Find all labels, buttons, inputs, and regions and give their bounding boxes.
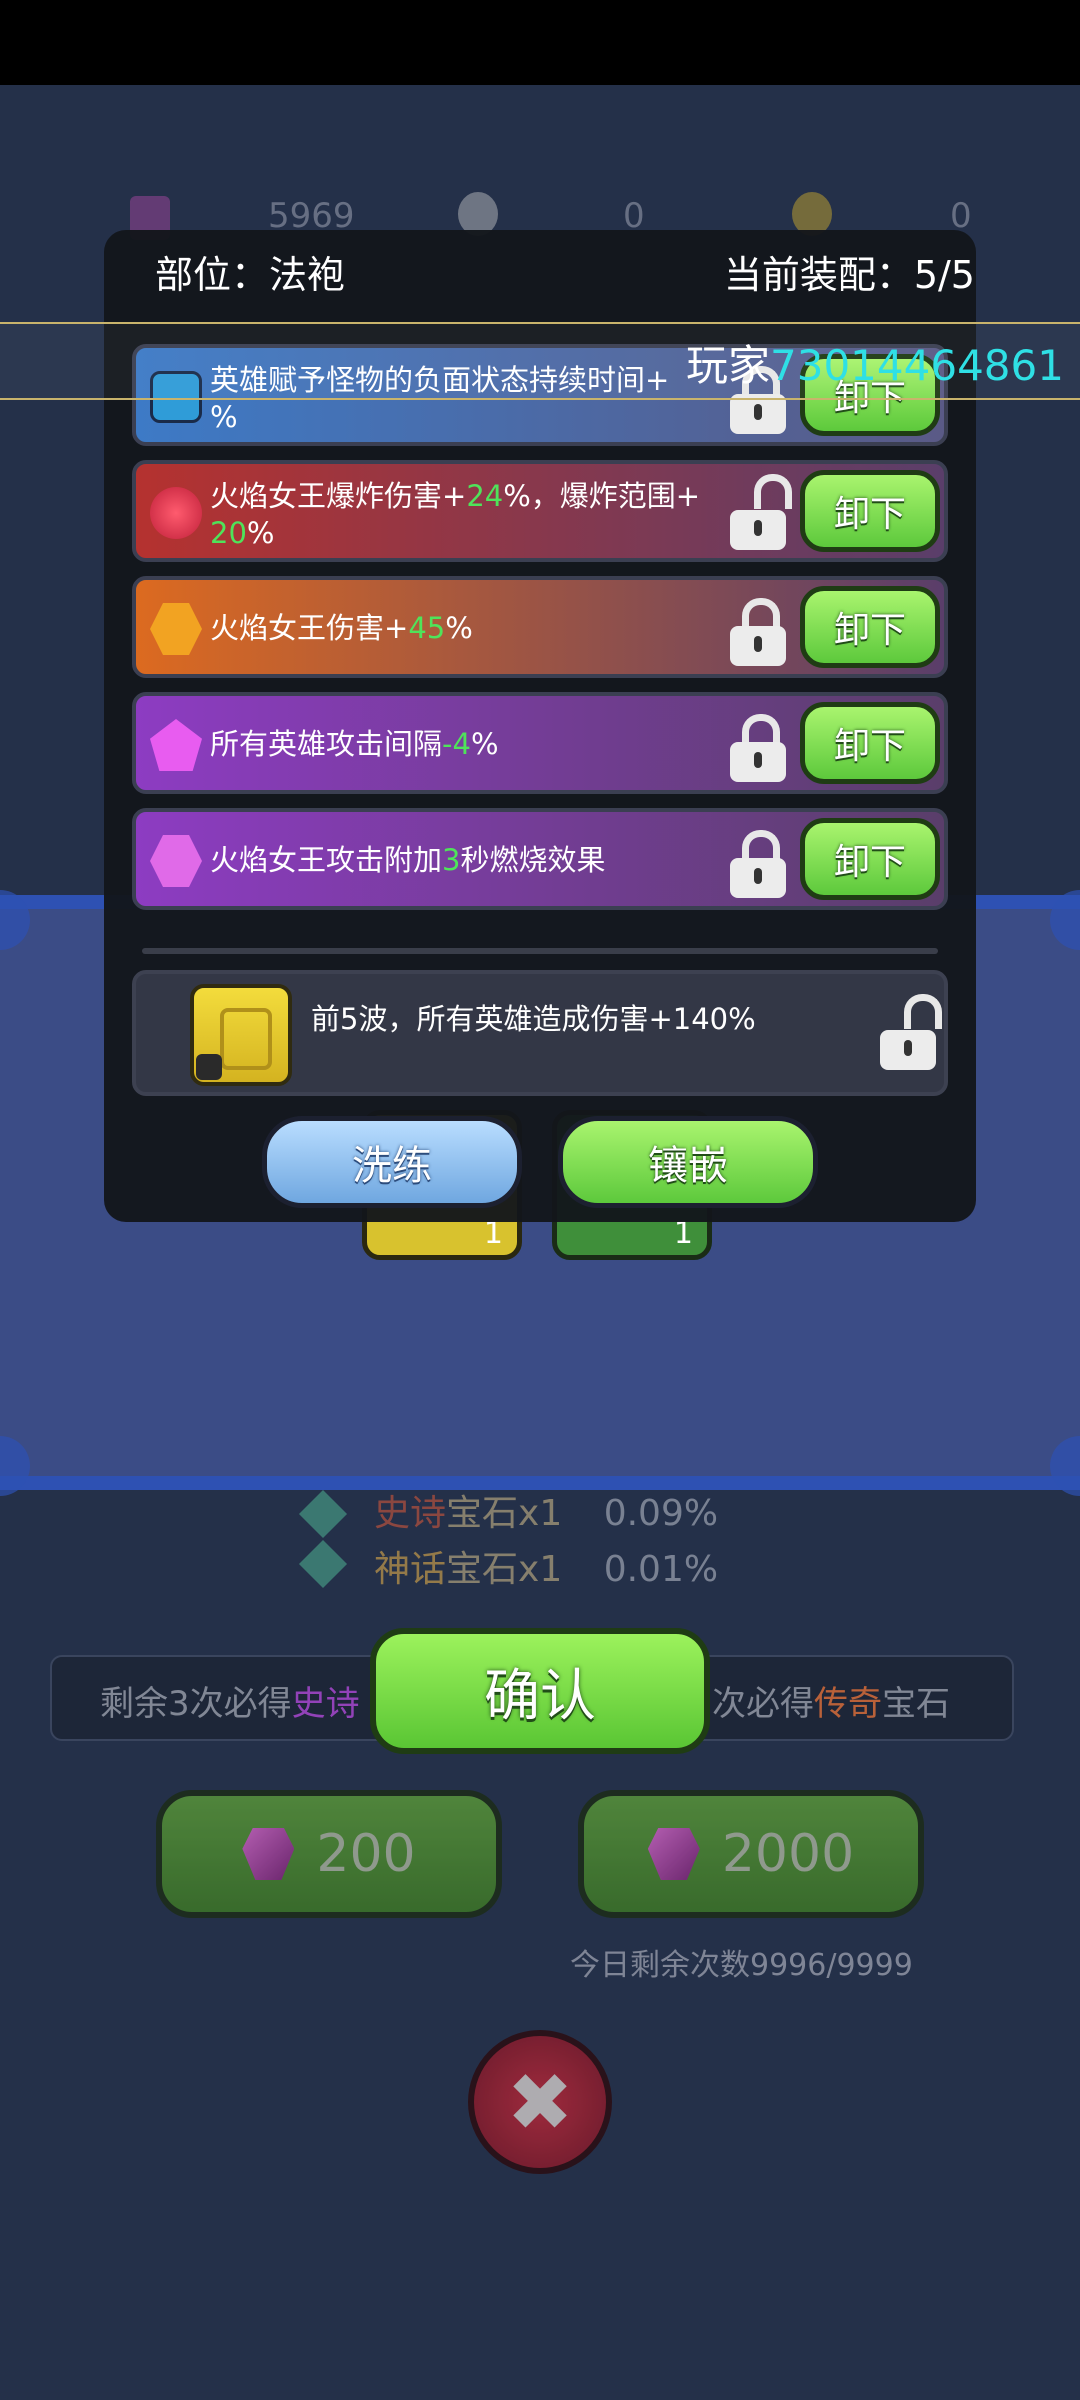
unload-button[interactable]: 卸下 xyxy=(800,586,940,668)
gem-row: 所有英雄攻击间隔-4% 卸下 xyxy=(132,692,948,794)
inlay-button[interactable]: 镶嵌 xyxy=(558,1116,818,1208)
confirm-button[interactable]: 确认 xyxy=(370,1628,710,1754)
gem-row: 火焰女王伤害+45% 卸下 xyxy=(132,576,948,678)
red-gem-icon xyxy=(150,487,202,539)
lock-icon[interactable] xyxy=(730,830,786,898)
equipment-item-row: 前5波，所有英雄造成伤害+140% xyxy=(132,970,948,1096)
buy-ten-price: 2000 xyxy=(721,1824,855,1884)
hint-right: 次必得传奇宝石 xyxy=(712,1684,950,1724)
close-icon: ✖ xyxy=(506,2055,574,2149)
swirl-icon xyxy=(220,1008,272,1070)
close-button[interactable]: ✖ xyxy=(468,2030,612,2174)
refine-button[interactable]: 洗练 xyxy=(262,1116,522,1208)
purple-gem-icon xyxy=(150,719,202,771)
equip-position: 部位：法袍 xyxy=(155,253,346,297)
pink-gem-icon xyxy=(242,1828,295,1880)
unload-button[interactable]: 卸下 xyxy=(800,818,940,900)
robe-item-icon[interactable] xyxy=(190,984,292,1086)
gem-line-2: 神话宝石x1 0.01% xyxy=(374,1549,719,1590)
daily-remaining: 今日剩余次数9996/9999 xyxy=(570,1948,913,1983)
player-label: 玩家73014464861 xyxy=(686,341,1064,390)
lock-icon[interactable] xyxy=(730,714,786,782)
gem-line-1: 史诗宝石x1 0.09% xyxy=(374,1493,719,1534)
unlocked-icon[interactable] xyxy=(880,994,942,1070)
buy-ten-button[interactable]: 2000 xyxy=(578,1790,924,1918)
pink-gem-icon xyxy=(150,835,202,887)
divider xyxy=(142,948,938,954)
item-effect-text: 前5波，所有英雄造成伤害+140% xyxy=(311,1002,756,1036)
unlocked-icon[interactable] xyxy=(730,474,792,550)
unload-button[interactable]: 卸下 xyxy=(800,470,940,552)
shirt-icon xyxy=(196,1054,222,1080)
lock-icon[interactable] xyxy=(730,598,786,666)
buy-once-button[interactable]: 200 xyxy=(156,1790,502,1918)
hint-left: 剩余3次必得史诗 xyxy=(100,1684,360,1724)
unload-button[interactable]: 卸下 xyxy=(800,702,940,784)
buy-once-price: 200 xyxy=(316,1824,416,1884)
orange-gem-icon xyxy=(150,603,202,655)
status-bar xyxy=(0,0,1080,85)
equip-count: 当前装配：5/5 xyxy=(723,253,975,297)
pink-gem-icon xyxy=(647,1828,700,1880)
gem-row: 火焰女王攻击附加3秒燃烧效果 卸下 xyxy=(132,808,948,910)
gem-row: 火焰女王爆炸伤害+24%，爆炸范围+ 20% 卸下 xyxy=(132,460,948,562)
